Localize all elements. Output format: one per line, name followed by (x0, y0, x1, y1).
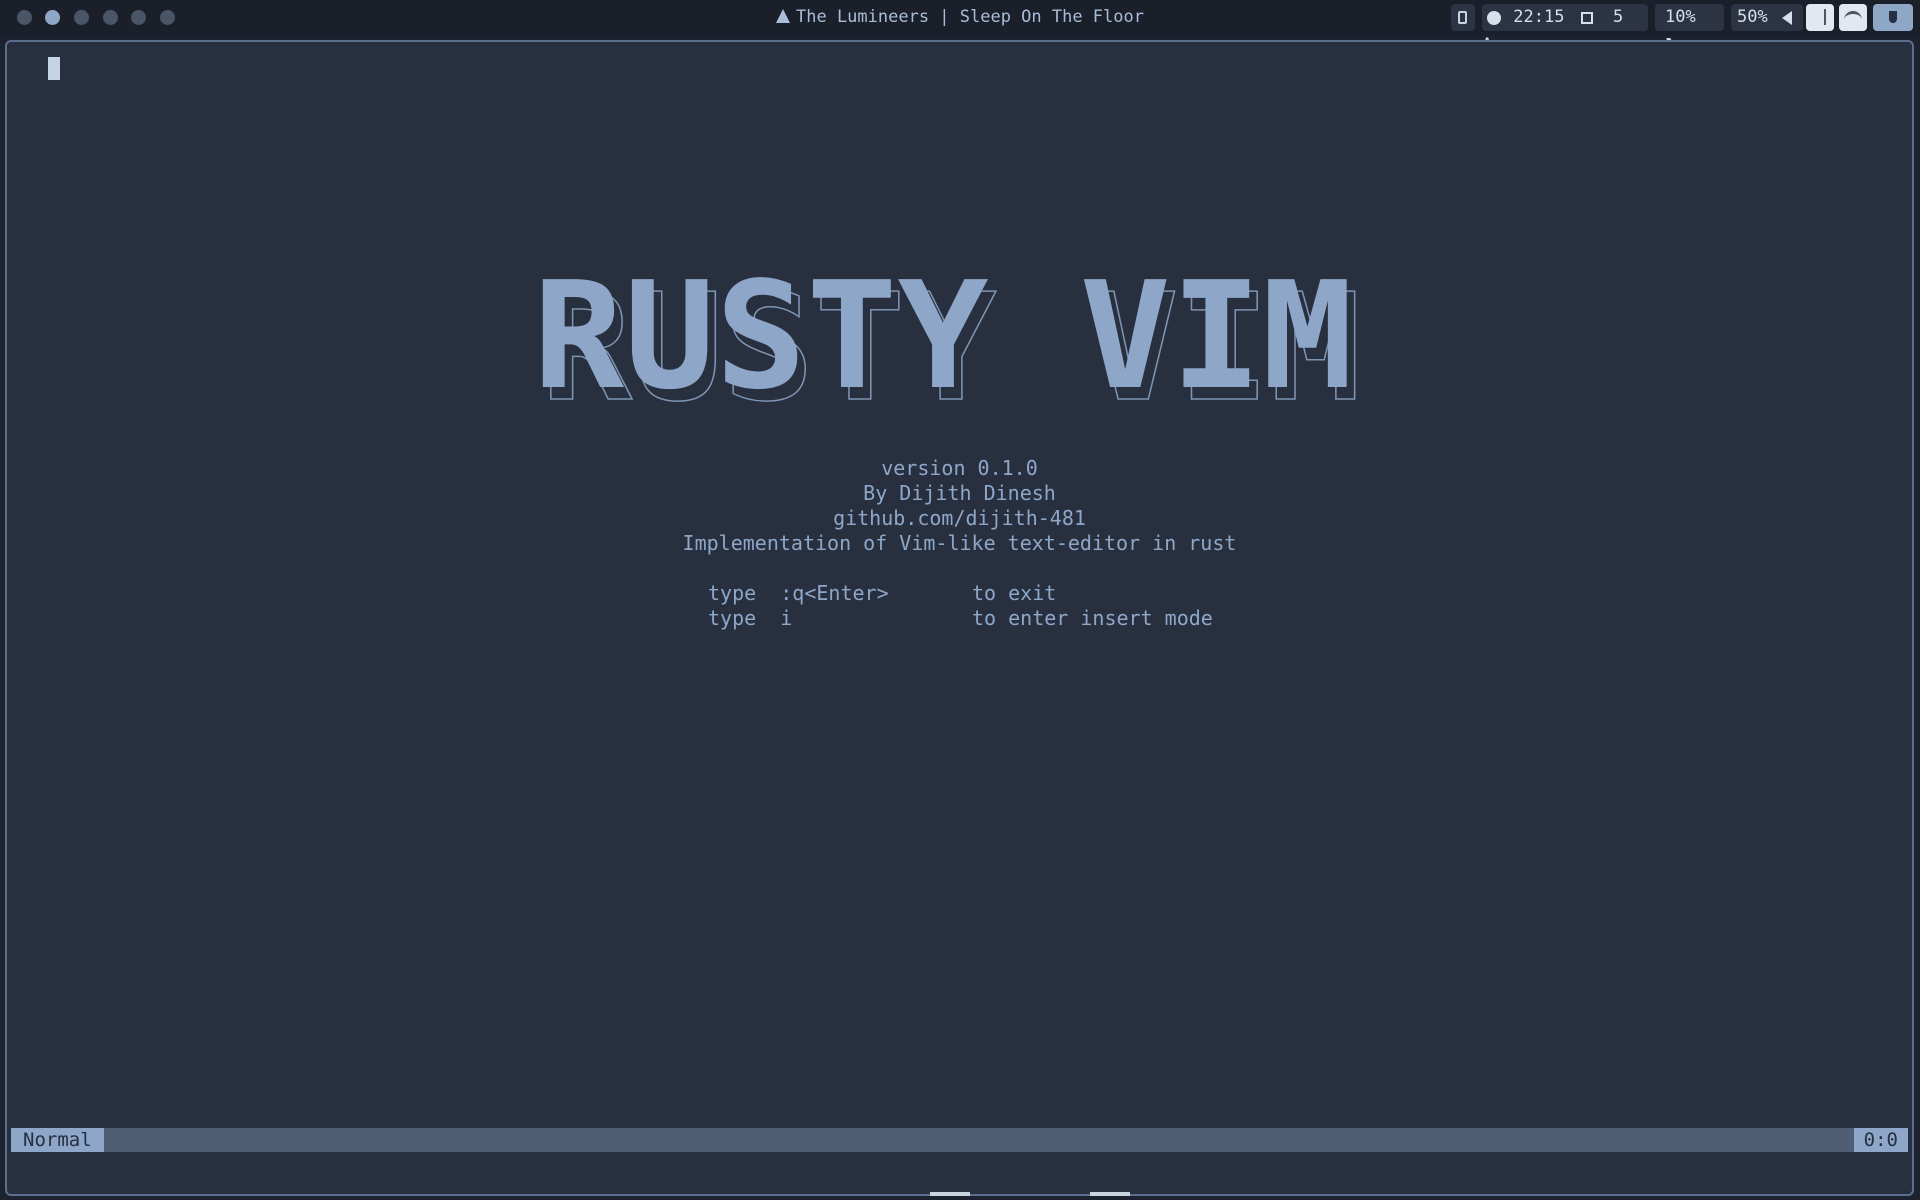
status-bar: Normal 0:0 (11, 1128, 1908, 1152)
brightness-value: 10% (1665, 7, 1696, 27)
description-line: Implementation of Vim-like text-editor i… (682, 531, 1237, 555)
help-desc-exit: to exit (972, 581, 1057, 605)
power-widget[interactable] (1873, 4, 1913, 31)
volume-icon (1781, 10, 1792, 25)
phone-widget[interactable] (1451, 4, 1475, 31)
version-line: version 0.1.0 (881, 456, 1038, 480)
terminal-window[interactable]: RUSTY VIM RUSTY VIM version 0.1.0 By Dij… (5, 40, 1914, 1196)
help-cmd-insert: type i (708, 606, 793, 630)
logo-text: RUSTY VIM (533, 275, 1353, 422)
help-cmd-exit: type :q<Enter> (708, 581, 889, 605)
mode-indicator: Normal (11, 1128, 104, 1152)
bluetooth-widget[interactable] (1806, 4, 1834, 31)
brightness-widget[interactable]: 10% (1655, 4, 1724, 52)
power-plug-icon (1889, 11, 1897, 23)
wallpaper-fragment (1090, 1192, 1130, 1196)
wifi-icon (1844, 11, 1862, 23)
wifi-widget[interactable] (1839, 4, 1867, 31)
volume-widget[interactable]: 50% (1731, 4, 1803, 31)
help-desc-insert: to enter insert mode (972, 606, 1213, 630)
music-arrow-icon (776, 9, 790, 23)
author-line: By Dijith Dinesh (863, 481, 1056, 505)
bluetooth-icon (1816, 9, 1826, 25)
clock-time: 22:15 (1513, 7, 1565, 27)
clock-icon (1487, 10, 1501, 25)
wallpaper-fragment (930, 1192, 970, 1196)
top-bar: The Lumineers | Sleep On The Floor 22:15… (0, 0, 1920, 55)
text-cursor (48, 57, 60, 80)
cursor-position: 0:0 (1853, 1128, 1908, 1152)
repo-line: github.com/dijith-481 (833, 506, 1086, 530)
volume-value: 50% (1737, 7, 1768, 27)
calendar-icon (1580, 11, 1593, 24)
phone-icon (1458, 10, 1467, 24)
rusty-vim-logo: RUSTY VIM RUSTY VIM (533, 275, 1362, 425)
clock-widget[interactable]: 22:15 5 Apr (1482, 4, 1648, 55)
